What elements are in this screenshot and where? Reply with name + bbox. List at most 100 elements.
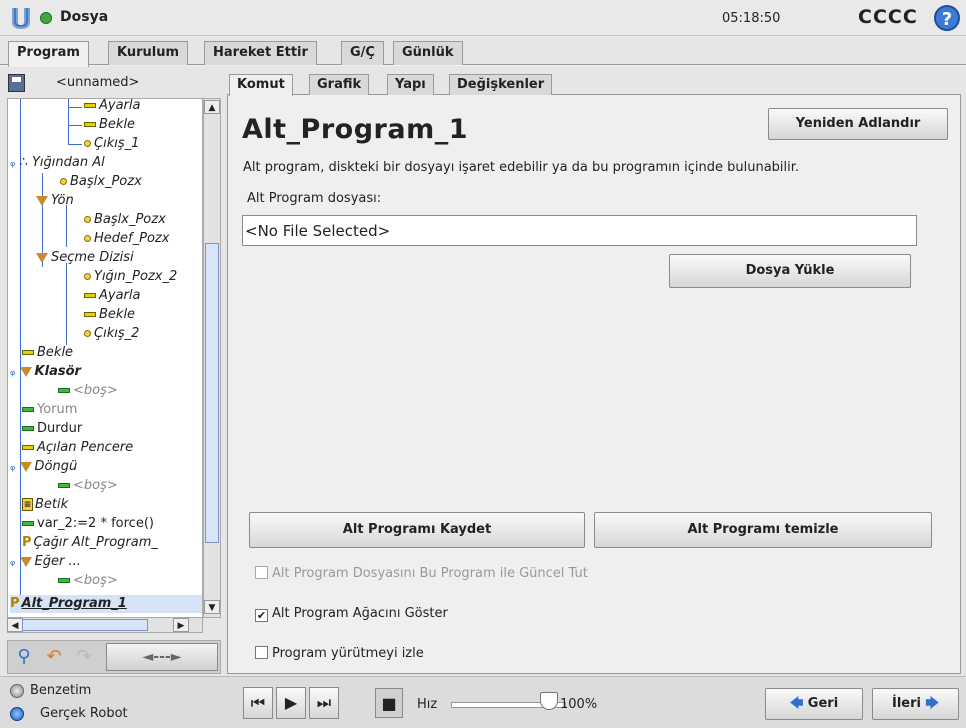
tree-node-betik[interactable]: ≡ Betik <box>22 496 68 514</box>
tree-node-bekle-2[interactable]: Bekle <box>84 306 135 324</box>
tree-horizontal-scroll-thumb[interactable] <box>22 619 148 631</box>
tab-kurulum[interactable]: Kurulum <box>108 41 189 65</box>
waypoint-icon <box>84 330 91 337</box>
tab-hareket-ettir[interactable]: Hareket Ettir <box>204 41 317 65</box>
next-button[interactable]: İleri 🡆 <box>872 688 959 720</box>
stop-icon[interactable]: ■ <box>375 688 403 718</box>
scroll-right-icon[interactable]: ▶ <box>173 618 189 632</box>
save-file-icon[interactable] <box>8 74 25 92</box>
rename-button[interactable]: Yeniden Adlandır <box>768 108 948 140</box>
subtab-grafik[interactable]: Grafik <box>309 74 370 95</box>
tree-vertical-scroll-thumb[interactable] <box>205 243 219 543</box>
tree-node-yorum[interactable]: Yorum <box>22 401 77 419</box>
tree-node-ayarla-2[interactable]: Ayarla <box>84 287 140 305</box>
tree-node-baslx-pozx-2[interactable]: Başlx_Pozx <box>84 211 166 229</box>
program-tree[interactable]: Ayarla Bekle Çıkış_1 ᵩ ∴ Yığından Al Baş… <box>7 98 203 618</box>
expand-icon[interactable]: ᵩ <box>10 554 15 569</box>
tree-node-klasor[interactable]: ᵩ Klasör <box>10 363 81 381</box>
simulation-radio[interactable] <box>10 684 24 698</box>
scroll-left-icon[interactable]: ◀ <box>7 618 23 632</box>
keep-file-updated-checkbox[interactable]: Alt Program Dosyasını Bu Program ile Gün… <box>255 566 588 581</box>
tree-node-hedef-pozx[interactable]: Hedef_Pozx <box>84 230 169 248</box>
subtab-komut[interactable]: Komut <box>229 74 293 96</box>
undo-icon[interactable]: ↶ <box>40 644 68 670</box>
redo-icon[interactable]: ↷ <box>70 644 98 670</box>
tree-node-bekle-3[interactable]: Bekle <box>22 344 73 362</box>
wait-icon <box>84 312 96 317</box>
rewind-icon[interactable]: ⏮ <box>243 687 273 719</box>
tree-node-acilan-pencere[interactable]: Açılan Pencere <box>22 439 133 457</box>
assignment-icon <box>84 293 96 298</box>
simulation-label: Benzetim <box>30 683 92 698</box>
empty-icon <box>58 483 70 488</box>
folder-triangle-icon <box>36 195 48 206</box>
search-icon[interactable]: ⚲ <box>10 644 38 670</box>
tree-node-yigindan-al[interactable]: ᵩ ∴ Yığından Al <box>10 154 105 172</box>
scroll-down-icon[interactable]: ▼ <box>204 600 220 614</box>
speed-slider-handle[interactable] <box>540 692 558 710</box>
file-label: Alt Program dosyası: <box>247 191 382 206</box>
tree-node-bos[interactable]: <boş> <box>58 382 118 400</box>
back-button[interactable]: 🡄 Geri <box>765 688 863 720</box>
tree-node-yon[interactable]: Yön <box>36 192 74 210</box>
waypoint-icon <box>60 178 67 185</box>
tree-node-bos-3[interactable]: <boş> <box>58 572 118 590</box>
tree-node-secme-dizisi[interactable]: Seçme Dizisi <box>36 249 134 267</box>
play-icon[interactable]: ▶ <box>276 687 306 719</box>
speed-label: Hız <box>417 697 438 712</box>
tab-gc[interactable]: G/Ç <box>341 41 384 65</box>
expand-icon[interactable]: ᵩ <box>10 155 15 170</box>
load-file-button[interactable]: Dosya Yükle <box>669 254 911 288</box>
arrow-left-icon: 🡄 <box>789 696 808 711</box>
subprogram-icon: P <box>10 596 20 611</box>
show-subprogram-tree-checkbox[interactable]: ✔ Alt Program Ağacını Göster <box>255 606 448 622</box>
tree-node-cagir[interactable]: P Çağır Alt_Program_ <box>22 534 158 552</box>
title-bar <box>0 0 966 36</box>
waypoint-icon <box>84 273 91 280</box>
arrow-right-icon: 🡆 <box>921 696 939 711</box>
subtab-yapi[interactable]: Yapı <box>387 74 434 95</box>
tree-node-bos-2[interactable]: <boş> <box>58 477 118 495</box>
tree-node-bekle[interactable]: Bekle <box>84 116 135 134</box>
tree-node-baslx-pozx[interactable]: Başlx_Pozx <box>60 173 142 191</box>
save-subprogram-button[interactable]: Alt Programı Kaydet <box>249 512 585 548</box>
expand-icon[interactable]: ᵩ <box>10 364 15 379</box>
subprogram-file-field[interactable]: <No File Selected> <box>242 215 917 246</box>
scroll-up-icon[interactable]: ▲ <box>204 100 220 114</box>
universal-robots-logo <box>12 8 30 29</box>
move-node-button[interactable]: ◄---► <box>106 643 218 671</box>
real-robot-label: Gerçek Robot <box>40 706 128 721</box>
waypoint-icon <box>84 140 91 147</box>
tab-program[interactable]: Program <box>8 41 89 67</box>
tree-node-yigin-pozx-2[interactable]: Yığın_Pozx_2 <box>84 268 177 286</box>
loop-icon <box>19 461 32 472</box>
empty-icon <box>58 578 70 583</box>
if-icon <box>19 556 32 567</box>
tree-node-cikis-2[interactable]: Çıkış_2 <box>84 325 139 343</box>
command-panel <box>227 94 961 674</box>
subtab-degiskenler[interactable]: Değişkenler <box>449 74 553 95</box>
program-name: <unnamed> <box>56 75 140 90</box>
empty-icon <box>58 388 70 393</box>
tree-node-dongu[interactable]: ᵩ Döngü <box>10 458 77 476</box>
tab-gunluk[interactable]: Günlük <box>393 41 463 65</box>
expand-icon[interactable]: ᵩ <box>10 459 15 474</box>
step-icon[interactable]: ⏭ <box>309 687 339 719</box>
tree-node-ayarla[interactable]: Ayarla <box>84 99 140 115</box>
tree-node-cikis-1[interactable]: Çıkış_1 <box>84 135 139 153</box>
call-subprogram-icon: P <box>22 535 32 550</box>
status-indicator <box>40 12 52 24</box>
clear-subprogram-button[interactable]: Alt Programı temizle <box>594 512 932 548</box>
tree-node-eger[interactable]: ᵩ Eğer ... <box>10 553 81 571</box>
help-icon[interactable]: ? <box>934 5 960 31</box>
tree-node-var-2[interactable]: var_2:=2 * force() <box>22 515 154 533</box>
stack-icon: ∴ <box>19 155 28 170</box>
app-title[interactable]: Dosya <box>60 9 108 25</box>
real-robot-radio[interactable] <box>10 707 24 721</box>
checkbox-icon <box>255 566 268 579</box>
tree-node-durdur[interactable]: Durdur <box>22 420 82 438</box>
track-execution-checkbox[interactable]: Program yürütmeyi izle <box>255 646 424 661</box>
tree-node-alt-program-1[interactable]: P Alt_Program_1 <box>10 595 202 613</box>
speed-value: 100% <box>560 697 598 712</box>
folder-triangle-icon <box>36 252 48 263</box>
